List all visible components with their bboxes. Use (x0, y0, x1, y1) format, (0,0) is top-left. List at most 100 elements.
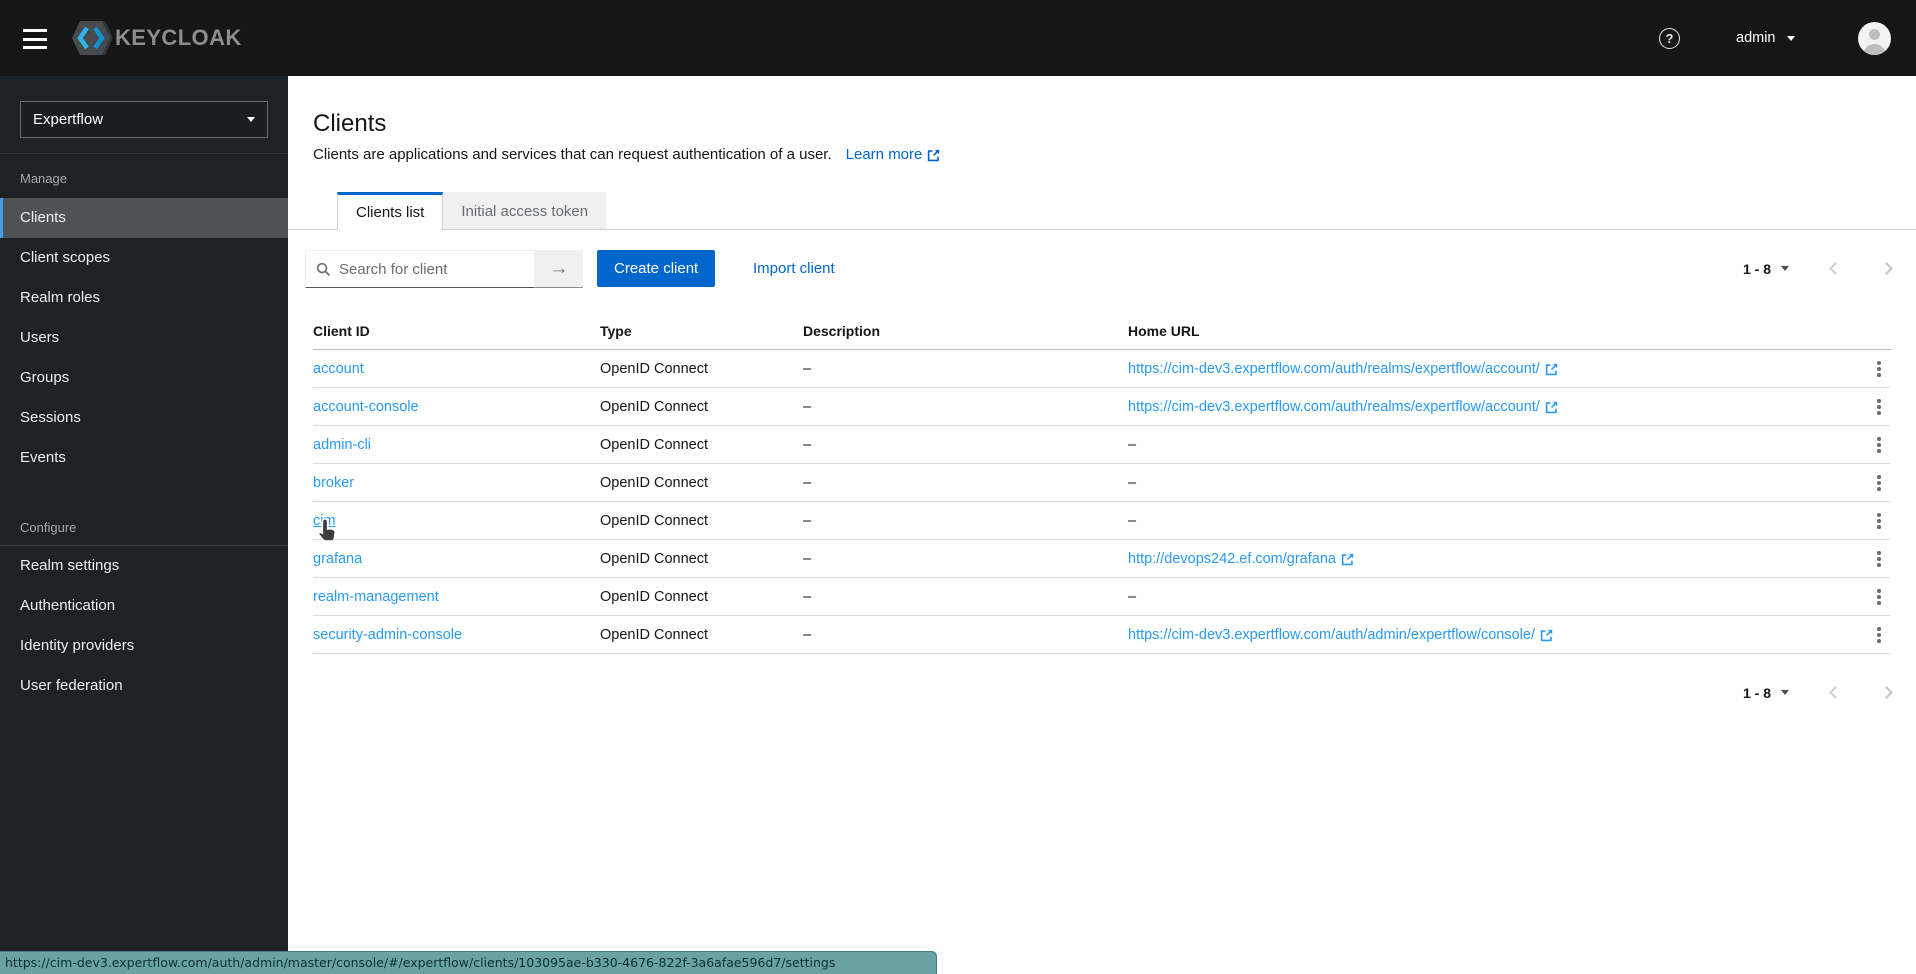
search-control: Search for client → (305, 250, 583, 288)
home-url-cell: – (1128, 578, 1136, 616)
sidebar-item-identity-providers[interactable]: Identity providers (0, 626, 288, 666)
tab-initial-access-token[interactable]: Initial access token (443, 192, 606, 230)
help-icon[interactable]: ? (1659, 28, 1680, 49)
home-url-link[interactable]: https://cim-dev3.expertflow.com/auth/rea… (1128, 361, 1558, 377)
client-id-link[interactable]: account (313, 361, 364, 377)
row-kebab-menu-icon[interactable] (1867, 471, 1891, 495)
type-cell: OpenID Connect (600, 388, 708, 426)
description-cell: – (803, 464, 811, 502)
column-header-client-id: Client ID (313, 312, 370, 350)
previous-page-button[interactable] (1831, 264, 1840, 273)
import-client-link[interactable]: Import client (753, 250, 835, 287)
row-kebab-menu-icon[interactable] (1867, 433, 1891, 457)
client-id-link[interactable]: realm-management (313, 589, 439, 605)
next-page-button[interactable] (1882, 264, 1891, 273)
client-id-cell: account (313, 350, 364, 388)
table-row: broker OpenID Connect – – (313, 464, 1891, 502)
sidebar-item-events[interactable]: Events (0, 438, 288, 478)
type-cell: OpenID Connect (600, 464, 708, 502)
table-row: account-console OpenID Connect – https://ci… (313, 388, 1891, 426)
row-kebab-menu-icon[interactable] (1867, 509, 1891, 533)
table-header: Client ID Type Description Home URL (313, 312, 1891, 350)
pagination-range: 1 - 8 (1743, 261, 1771, 277)
row-kebab-menu-icon[interactable] (1867, 395, 1891, 419)
home-url-link[interactable]: https://cim-dev3.expertflow.com/auth/adm… (1128, 627, 1553, 643)
hamburger-menu-icon[interactable] (23, 29, 47, 49)
type-cell: OpenID Connect (600, 616, 708, 654)
external-link-icon (1545, 363, 1558, 376)
sidebar-item-user-federation[interactable]: User federation (0, 666, 288, 706)
search-submit-button[interactable]: → (535, 250, 583, 288)
chevron-down-icon (1787, 36, 1795, 41)
learn-more-label: Learn more (846, 145, 923, 165)
pagination-menu-button[interactable] (1781, 690, 1789, 695)
keycloak-hexagon-icon (70, 17, 114, 59)
home-url-cell: https://cim-dev3.expertflow.com/auth/rea… (1128, 350, 1558, 388)
type-cell: OpenID Connect (600, 540, 708, 578)
home-url-text: https://cim-dev3.expertflow.com/auth/rea… (1128, 399, 1540, 415)
chevron-down-icon (1781, 690, 1789, 695)
sidebar-item-realm-settings[interactable]: Realm settings (0, 546, 288, 586)
sidebar-item-realm-roles[interactable]: Realm roles (0, 278, 288, 318)
client-id-cell: grafana (313, 540, 362, 578)
client-id-cell: broker (313, 464, 354, 502)
next-page-button[interactable] (1882, 688, 1891, 697)
keycloak-logo: KEYCLOAK (70, 17, 242, 59)
chevron-down-icon (247, 117, 255, 122)
home-url-cell: https://cim-dev3.expertflow.com/auth/rea… (1128, 388, 1558, 426)
user-menu-button[interactable]: admin (1736, 0, 1795, 76)
realm-selector[interactable]: Expertflow (20, 101, 268, 138)
nav-section-manage: ManageClientsClient scopesRealm rolesUse… (0, 154, 288, 478)
home-url-link[interactable]: http://devops242.ef.com/grafana (1128, 551, 1354, 567)
description-cell: – (803, 350, 811, 388)
row-kebab-menu-icon[interactable] (1867, 585, 1891, 609)
client-id-link[interactable]: broker (313, 475, 354, 491)
description-cell: – (803, 388, 811, 426)
external-link-icon (1341, 553, 1354, 566)
home-url-cell: http://devops242.ef.com/grafana (1128, 540, 1354, 578)
sidebar-item-sessions[interactable]: Sessions (0, 398, 288, 438)
pagination-bottom: 1 - 8 (1743, 674, 1891, 711)
sidebar-item-clients[interactable]: Clients (0, 198, 288, 238)
search-input[interactable]: Search for client (305, 250, 535, 288)
chevron-down-icon (1781, 266, 1789, 271)
client-id-link[interactable]: account-console (313, 399, 419, 415)
home-url-link[interactable]: https://cim-dev3.expertflow.com/auth/rea… (1128, 399, 1558, 415)
arrow-right-icon: → (550, 258, 569, 280)
row-kebab-menu-icon[interactable] (1867, 547, 1891, 571)
client-id-link[interactable]: admin-cli (313, 437, 371, 453)
main-content: Clients Clients are applications and ser… (288, 76, 1916, 974)
client-id-link[interactable]: grafana (313, 551, 362, 567)
external-link-icon (1545, 401, 1558, 414)
client-id-cell: realm-management (313, 578, 439, 616)
table-row: grafanaOpenID Connect–http://devops242.e… (313, 540, 1891, 578)
tab-bar: Clients list Initial access token (288, 192, 1916, 230)
row-kebab-menu-icon[interactable] (1867, 357, 1891, 381)
learn-more-link[interactable]: Learn more (846, 145, 941, 165)
home-url-cell: – (1128, 464, 1136, 502)
description-cell: – (803, 502, 811, 540)
pagination-range: 1 - 8 (1743, 685, 1771, 701)
sidebar-item-users[interactable]: Users (0, 318, 288, 358)
pagination-menu-button[interactable] (1781, 266, 1789, 271)
chevron-left-icon (1829, 262, 1842, 275)
previous-page-button[interactable] (1831, 688, 1840, 697)
sidebar-item-client-scopes[interactable]: Client scopes (0, 238, 288, 278)
table-row: cimOpenID Connect–– (313, 502, 1891, 540)
type-cell: OpenID Connect (600, 502, 708, 540)
client-id-link[interactable]: security-admin-console (313, 627, 462, 643)
external-link-icon (1540, 629, 1553, 642)
sidebar: Expertflow ManageClientsClient scopesRea… (0, 76, 288, 974)
client-id-cell: admin-cli (313, 426, 371, 464)
tab-clients-list[interactable]: Clients list (337, 192, 443, 230)
table-row: accountOpenID Connect–https://cim-dev3.e… (313, 350, 1891, 388)
client-id-link[interactable]: cim (313, 513, 336, 529)
description-cell: – (803, 578, 811, 616)
avatar[interactable] (1858, 22, 1891, 55)
search-icon (316, 262, 331, 277)
row-kebab-menu-icon[interactable] (1867, 623, 1891, 647)
create-client-button[interactable]: Create client (597, 250, 715, 287)
sidebar-item-groups[interactable]: Groups (0, 358, 288, 398)
sidebar-item-authentication[interactable]: Authentication (0, 586, 288, 626)
column-header-type: Type (600, 312, 632, 350)
